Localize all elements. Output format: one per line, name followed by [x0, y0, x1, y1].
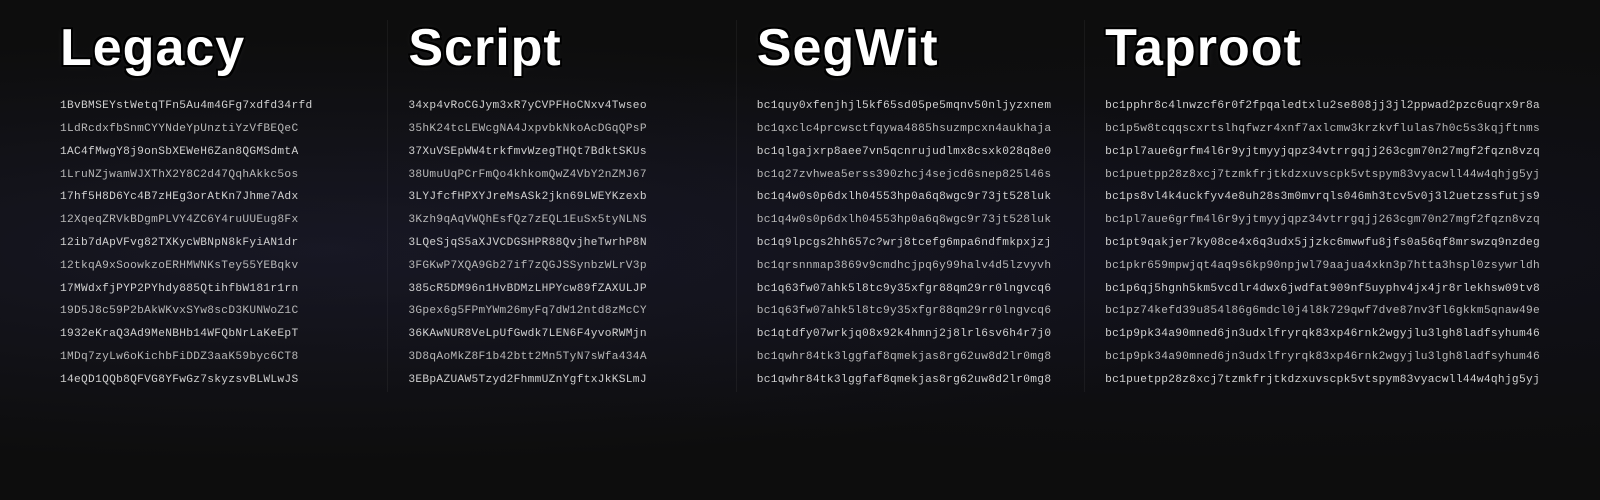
- taproot-address-list: bc1pphr8c4lnwzcf6r0f2fpqaledtxlu2se808jj…: [1105, 95, 1540, 391]
- taproot-header: Taproot: [1105, 20, 1540, 77]
- address-item: 1932eKraQ3Ad9MeNBHb14WFQbNrLaKeEpT: [60, 323, 367, 346]
- address-item: bc1pt9qakjer7ky08ce4x6q3udx5jjzkc6mwwfu8…: [1105, 232, 1540, 255]
- address-item: 3LQeSjqS5aXJVCDGSHPR88QvjheTwrhP8N: [408, 232, 715, 255]
- address-item: bc1pphr8c4lnwzcf6r0f2fpqaledtxlu2se808jj…: [1105, 95, 1540, 118]
- address-item: bc1pz74kefd39u854l86g6mdcl0j4l8k729qwf7d…: [1105, 300, 1540, 323]
- address-item: 38UmuUqPCrFmQo4khkomQwZ4VbY2nZMJ67: [408, 164, 715, 187]
- script-address-list: 34xp4vRoCGJym3xR7yCVPFHoCNxv4Twseo35hK24…: [408, 95, 715, 391]
- address-item: bc1p5w8tcqqscxrtslhqfwzr4xnf7axlcmw3krzk…: [1105, 118, 1540, 141]
- address-item: 1LruNZjwamWJXThX2Y8C2d47QqhAkkc5os: [60, 164, 367, 187]
- address-item: bc1qtdfy07wrkjq08x92k4hmnj2j8lrl6sv6h4r7…: [757, 323, 1064, 346]
- address-item: bc1q4w0s0p6dxlh04553hp0a6q8wgc9r73jt528l…: [757, 209, 1064, 232]
- column-segwit: SegWit bc1quy0xfenjhjl5kf65sd05pe5mqnv50n…: [737, 20, 1085, 392]
- address-item: 37XuVSEpWW4trkfmvWzegTHQt7BdktSKUs: [408, 141, 715, 164]
- address-item: bc1q4w0s0p6dxlh04553hp0a6q8wgc9r73jt528l…: [757, 186, 1064, 209]
- address-item: bc1puetpp28z8xcj7tzmkfrjtkdzxuvscpk5vtsp…: [1105, 369, 1540, 392]
- address-item: 1AC4fMwgY8j9onSbXEWeH6Zan8QGMSdmtA: [60, 141, 367, 164]
- address-item: bc1p9pk34a90mned6jn3udxlfryrqk83xp46rnk2…: [1105, 346, 1540, 369]
- address-item: bc1qxclc4prcwsctfqywa4885hsuzmpcxn4aukha…: [757, 118, 1064, 141]
- address-item: bc1p6qj5hgnh5km5vcdlr4dwx6jwdfat909nf5uy…: [1105, 278, 1540, 301]
- address-item: bc1qwhr84tk3lggfaf8qmekjas8rg62uw8d2lr0m…: [757, 369, 1064, 392]
- address-item: 1MDq7zyLw6oKichbFiDDZ3aaK59byc6CT8: [60, 346, 367, 369]
- address-item: bc1q9lpcgs2hh657c?wrj8tcefg6mpa6ndfmkpxj…: [757, 232, 1064, 255]
- address-item: 34xp4vRoCGJym3xR7yCVPFHoCNxv4Twseo: [408, 95, 715, 118]
- segwit-header: SegWit: [757, 20, 1064, 77]
- segwit-address-list: bc1quy0xfenjhjl5kf65sd05pe5mqnv50nljyzxn…: [757, 95, 1064, 391]
- address-item: bc1p9pk34a90mned6jn3udxlfryrqk83xp46rnk2…: [1105, 323, 1540, 346]
- address-item: bc1quy0xfenjhjl5kf65sd05pe5mqnv50nljyzxn…: [757, 95, 1064, 118]
- address-item: 385cR5DM96n1HvBDMzLHPYcw89fZAXULJP: [408, 278, 715, 301]
- address-item: bc1puetpp28z8xcj7tzmkfrjtkdzxuvscpk5vtsp…: [1105, 164, 1540, 187]
- address-item: 3LYJfcfHPXYJreMsASk2jkn69LWEYKzexb: [408, 186, 715, 209]
- legacy-address-list: 1BvBMSEYstWetqTFn5Au4m4GFg7xdfd34rfd1LdR…: [60, 95, 367, 391]
- address-item: bc1pl7aue6grfm4l6r9yjtmyyjqpz34vtrrgqjj2…: [1105, 209, 1540, 232]
- main-container: Legacy 1BvBMSEYstWetqTFn5Au4m4GFg7xdfd34r…: [0, 0, 1600, 412]
- address-item: bc1q63fw07ahk5l8tc9y35xfgr88qm29rr0lngvc…: [757, 300, 1064, 323]
- address-item: 3Gpex6g5FPmYWm26myFq7dW12ntd8zMcCY: [408, 300, 715, 323]
- address-item: 12XqeqZRVkBDgmPLVY4ZC6Y4ruUUEug8Fx: [60, 209, 367, 232]
- address-item: bc1qrsnnmap3869v9cmdhcjpq6y99halv4d5lzvy…: [757, 255, 1064, 278]
- column-taproot: Taproot bc1pphr8c4lnwzcf6r0f2fpqaledtxlu2…: [1085, 20, 1560, 392]
- legacy-header: Legacy: [60, 20, 367, 77]
- address-item: 12ib7dApVFvg82TXKycWBNpN8kFyiAN1dr: [60, 232, 367, 255]
- address-item: bc1q63fw07ahk5l8tc9y35xfgr88qm29rr0lngvc…: [757, 278, 1064, 301]
- address-item: 3FGKwP7XQA9Gb27if7zQGJSSynbzWLrV3p: [408, 255, 715, 278]
- script-header: Script: [408, 20, 715, 77]
- address-item: 3Kzh9qAqVWQhEsfQz7zEQL1EuSx5tyNLNS: [408, 209, 715, 232]
- address-item: 17MWdxfjPYP2PYhdy885QtihfbW181r1rn: [60, 278, 367, 301]
- address-item: bc1pl7aue6grfm4l6r9yjtmyyjqpz34vtrrgqjj2…: [1105, 141, 1540, 164]
- address-item: bc1qlgajxrp8aee7vn5qcnrujudlmx8csxk028q8…: [757, 141, 1064, 164]
- address-item: 14eQD1QQb8QFVG8YFwGz7skyzsvBLWLwJS: [60, 369, 367, 392]
- address-item: 1BvBMSEYstWetqTFn5Au4m4GFg7xdfd34rfd: [60, 95, 367, 118]
- column-legacy: Legacy 1BvBMSEYstWetqTFn5Au4m4GFg7xdfd34r…: [40, 20, 388, 392]
- address-item: bc1qwhr84tk3lggfaf8qmekjas8rg62uw8d2lr0m…: [757, 346, 1064, 369]
- address-item: 1LdRcdxfbSnmCYYNdeYpUnztiYzVfBEQeC: [60, 118, 367, 141]
- column-script: Script 34xp4vRoCGJym3xR7yCVPFHoCNxv4Twseo…: [388, 20, 736, 392]
- address-item: 3D8qAoMkZ8F1b42btt2Mn5TyN7sWfa434A: [408, 346, 715, 369]
- address-item: 35hK24tcLEWcgNA4JxpvbkNkoAcDGqQPsP: [408, 118, 715, 141]
- address-item: 3EBpAZUAW5Tzyd2FhmmUZnYgftxJkKSLmJ: [408, 369, 715, 392]
- address-item: 19D5J8c59P2bAkWKvxSYw8scD3KUNWoZ1C: [60, 300, 367, 323]
- address-item: 12tkqA9xSoowkzoERHMWNKsTey55YEBqkv: [60, 255, 367, 278]
- address-item: bc1q27zvhwea5erss390zhcj4sejcd6snep825l4…: [757, 164, 1064, 187]
- address-item: bc1ps8vl4k4uckfyv4e8uh28s3m0mvrqls046mh3…: [1105, 186, 1540, 209]
- address-item: 36KAwNUR8VeLpUfGwdk7LEN6F4yvoRWMjn: [408, 323, 715, 346]
- address-item: 17hf5H8D6Yc4B7zHEg3orAtKn7Jhme7Adx: [60, 186, 367, 209]
- address-item: bc1pkr659mpwjqt4aq9s6kp90npjwl79aajua4xk…: [1105, 255, 1540, 278]
